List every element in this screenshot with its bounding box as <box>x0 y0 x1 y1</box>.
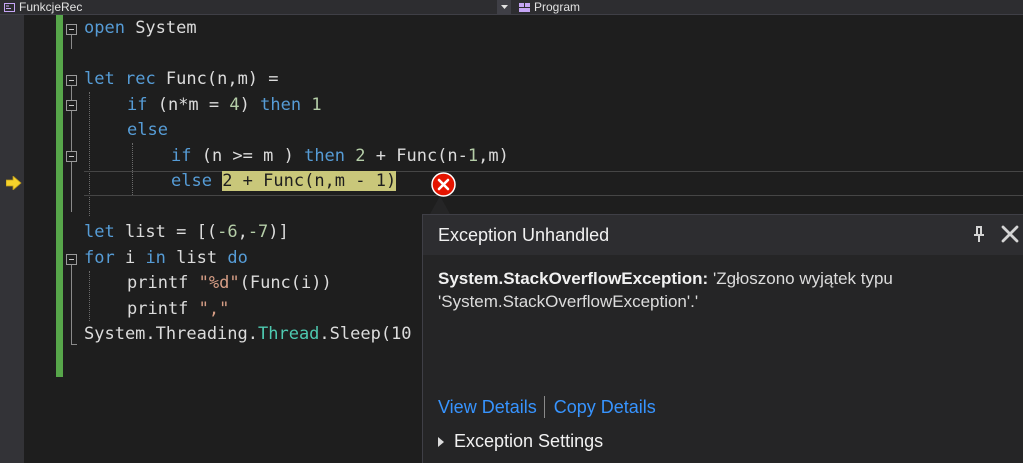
copy-details-link[interactable]: Copy Details <box>554 397 656 418</box>
pin-icon[interactable] <box>971 225 987 245</box>
code-text: printf <box>127 273 199 293</box>
line-number-gutter <box>24 15 56 463</box>
keyword: else <box>127 120 168 140</box>
popup-header: Exception Unhandled <box>423 215 1023 255</box>
error-icon[interactable] <box>431 172 456 197</box>
code-line: System.Threading.Thread.Sleep(10 <box>84 322 412 348</box>
keyword: if <box>171 145 192 166</box>
code-line: else <box>127 118 168 144</box>
outline-line <box>71 35 72 49</box>
outline-line <box>71 344 77 345</box>
code-text: printf <box>127 298 199 319</box>
code-line: let list = [(-6,-7)] <box>84 220 289 246</box>
code-text: .Sleep(10 <box>319 324 412 344</box>
code-line: for i in list do <box>84 246 248 272</box>
keyword: if <box>127 94 148 115</box>
member-dropdown-label: Program <box>534 0 581 14</box>
link-separator <box>543 396 545 418</box>
dropdown-button[interactable] <box>497 0 511 14</box>
type-dropdown[interactable]: FunkcjeRec <box>0 0 497 14</box>
popup-title: Exception Unhandled <box>438 225 610 245</box>
exception-settings-label: Exception Settings <box>454 431 604 451</box>
keyword: then <box>304 145 346 166</box>
keyword: then <box>260 94 302 115</box>
code-text: )] <box>268 222 289 242</box>
indicator-margin[interactable] <box>0 15 24 463</box>
popup-pointer <box>430 196 450 214</box>
collapse-toggle-icon[interactable] <box>66 75 77 86</box>
keyword: in <box>145 247 166 268</box>
code-text: i <box>114 247 146 268</box>
collapse-toggle-icon[interactable] <box>66 100 77 111</box>
keyword: else <box>171 171 212 191</box>
code-text: ) <box>239 94 261 115</box>
collapse-toggle-icon[interactable] <box>66 151 77 162</box>
number-literal: 1 <box>467 145 479 166</box>
view-details-link[interactable]: View Details <box>438 397 537 418</box>
outline-line <box>71 162 72 212</box>
keyword: do <box>227 247 248 268</box>
change-tracking-bar <box>56 15 63 377</box>
current-statement-highlight: 2 + Func(n,m - 1) <box>222 171 397 191</box>
code-text: (n >= m ) <box>191 145 305 166</box>
number-literal: -6 <box>217 222 238 242</box>
code-line: if (n*m = 4) then 1 <box>127 93 322 119</box>
code-line: printf "," <box>127 297 229 323</box>
string-literal: "," <box>198 298 230 319</box>
collapse-toggle-icon[interactable] <box>66 24 77 35</box>
type-name: Thread <box>258 324 320 344</box>
code-text: + Func(n- <box>365 145 468 166</box>
exception-settings-expander[interactable]: Exception Settings <box>438 431 603 452</box>
code-line: if (n >= m ) then 2 + Func(n-1,m) <box>171 144 509 170</box>
keyword: rec <box>124 69 156 89</box>
code-text: list = [( <box>114 222 218 242</box>
keyword: for <box>84 247 115 268</box>
code-line: open System <box>84 16 197 42</box>
file-icon <box>4 2 15 12</box>
member-dropdown[interactable]: Program <box>515 0 1023 14</box>
code-editor[interactable]: open System let rec Func(n,m) = if (n*m … <box>84 16 509 344</box>
code-text: System <box>124 18 197 38</box>
number-literal: 1 <box>311 94 322 115</box>
close-icon[interactable] <box>1000 224 1020 244</box>
outline-line <box>71 265 72 344</box>
execution-pointer-icon <box>6 176 22 190</box>
number-literal: 4 <box>229 94 240 115</box>
expand-triangle-icon <box>438 436 444 447</box>
number-literal: -7 <box>247 222 269 242</box>
keyword: let <box>84 69 115 89</box>
code-text: (Func(i)) <box>239 273 332 293</box>
code-text: ,m) <box>478 145 509 166</box>
keyword: open <box>84 18 125 38</box>
popup-links: View Details Copy Details <box>438 396 656 418</box>
code-text: list <box>165 247 228 268</box>
code-text: , <box>237 222 248 242</box>
code-text: (n*m = <box>147 94 230 115</box>
collapse-toggle-icon[interactable] <box>66 254 77 265</box>
code-text: System.Threading. <box>84 324 258 344</box>
code-line: printf "%d"(Func(i)) <box>127 271 332 297</box>
outline-line <box>71 111 72 151</box>
exception-helper-popup: Exception Unhandled System.StackOverflow… <box>422 214 1023 463</box>
code-text: Func(n,m) = <box>155 69 279 89</box>
chevron-down-icon <box>500 5 508 9</box>
string-literal: "%d" <box>198 273 240 293</box>
outline-line <box>71 86 72 100</box>
module-icon <box>519 2 530 12</box>
indent-guide <box>89 271 90 321</box>
number-literal: 2 <box>355 145 366 166</box>
keyword: let <box>84 222 115 242</box>
exception-message: System.StackOverflowException: 'Zgłoszon… <box>438 267 1008 313</box>
navigation-bar: FunkcjeRec Program <box>0 0 1023 15</box>
type-dropdown-label: FunkcjeRec <box>19 0 83 14</box>
code-line-current: else 2 + Func(n,m - 1) <box>171 169 397 195</box>
exception-type: System.StackOverflowException: <box>438 269 709 288</box>
code-line: let rec Func(n,m) = <box>84 67 279 93</box>
